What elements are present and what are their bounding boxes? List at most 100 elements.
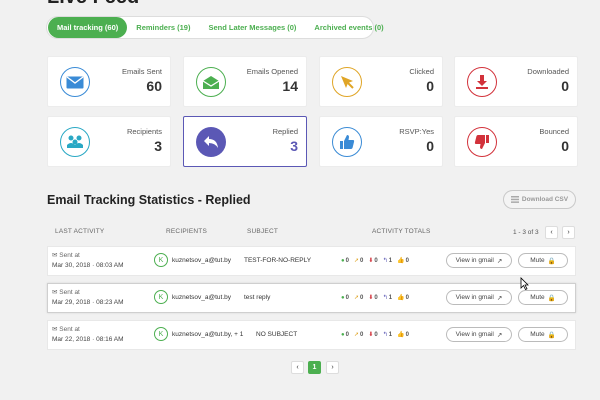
recipient: kuznetsov_a@tut.by, + 1 [172, 331, 244, 338]
card-label: Emails Sent [121, 67, 162, 76]
click-icon: ➚ [353, 332, 359, 338]
card-rsvp-yes[interactable]: RSVP:Yes 0 [319, 116, 443, 167]
activity-stats: ● 0 ➚ 0 ⬇ 0 ↰ 1 👍 0 [341, 257, 409, 265]
card-emails-sent[interactable]: Emails Sent 60 [47, 56, 171, 107]
card-value: 0 [561, 138, 569, 154]
card-label: RSVP:Yes [399, 127, 434, 136]
lock-icon: 🔒 [547, 257, 556, 265]
sent-label: Sent at [59, 289, 80, 296]
thumbs-up-icon [332, 127, 362, 157]
view-in-gmail-button[interactable]: View in gmail ↗ [446, 290, 512, 305]
mute-label: Mute [530, 294, 545, 301]
card-bounced[interactable]: Bounced 0 [454, 116, 578, 167]
avatar: K [154, 327, 168, 341]
like-small-icon: 👍 [397, 332, 405, 338]
next-page-button[interactable]: › [562, 226, 575, 239]
prev-page-button[interactable]: ‹ [545, 226, 558, 239]
like-small-icon: 👍 [397, 258, 405, 264]
opens-count: 0 [345, 331, 349, 338]
card-value: 3 [154, 138, 162, 154]
page-button-current[interactable]: 1 [308, 361, 321, 374]
sent-info: ✉ Sent at Mar 22, 2018 · 08:16 AM [52, 325, 124, 345]
tab-bar: Mail tracking (60) Reminders (19) Send L… [46, 16, 384, 39]
open-icon: ● [341, 331, 345, 338]
mute-label: Mute [530, 257, 545, 264]
subject: NO SUBJECT [256, 331, 298, 338]
opens-count: 0 [345, 294, 349, 301]
card-value: 14 [282, 78, 298, 94]
col-activity-totals: ACTIVITY TOTALS [372, 228, 431, 235]
clicks-count: 0 [360, 294, 364, 301]
envelope-small-icon: ✉ [52, 289, 58, 296]
card-clicked[interactable]: Clicked 0 [319, 56, 443, 107]
bottom-prev-button[interactable]: ‹ [291, 361, 304, 374]
clicks-count: 0 [360, 257, 364, 264]
mute-button[interactable]: Mute 🔒 [518, 290, 568, 305]
replies-count: 1 [388, 294, 393, 301]
lock-icon: 🔒 [547, 331, 556, 339]
tab-archived[interactable]: Archived events (0) [305, 17, 392, 38]
mouse-cursor-icon [520, 277, 529, 290]
sent-label: Sent at [59, 252, 80, 259]
sent-date: Mar 22, 2018 · 08:16 AM [52, 336, 124, 343]
tab-mail-tracking[interactable]: Mail tracking (60) [48, 17, 128, 38]
card-emails-opened[interactable]: Emails Opened 14 [183, 56, 307, 107]
table-row[interactable]: ✉ Sent at Mar 22, 2018 · 08:16 AM K kuzn… [47, 320, 576, 350]
card-value: 0 [426, 138, 434, 154]
click-icon: ➚ [353, 258, 359, 264]
col-recipients: RECIPIENTS [166, 228, 208, 235]
col-last-activity: LAST ACTIVITY [55, 228, 105, 235]
sent-info: ✉ Sent at Mar 30, 2018 · 08:03 AM [52, 251, 124, 271]
subject: test reply [244, 294, 271, 301]
replies-count: 1 [388, 257, 393, 264]
sent-label: Sent at [59, 326, 80, 333]
activity-stats: ● 0 ➚ 0 ⬇ 0 ↰ 1 👍 0 [341, 294, 409, 302]
gmail-label: View in gmail [455, 257, 494, 264]
download-small-icon: ⬇ [368, 332, 374, 338]
card-label: Clicked [409, 67, 434, 76]
download-csv-label: Download CSV [521, 196, 569, 203]
activity-stats: ● 0 ➚ 0 ⬇ 0 ↰ 1 👍 0 [341, 331, 409, 339]
view-in-gmail-button[interactable]: View in gmail ↗ [446, 253, 512, 268]
recipient: kuznetsov_a@tut.by [172, 294, 231, 301]
sent-info: ✉ Sent at Mar 29, 2018 · 08:23 AM [52, 288, 124, 308]
col-subject: SUBJECT [247, 228, 279, 235]
mute-button[interactable]: Mute 🔒 [518, 327, 568, 342]
envelope-small-icon: ✉ [52, 326, 58, 333]
download-small-icon: ⬇ [368, 295, 374, 301]
card-downloaded[interactable]: Downloaded 0 [454, 56, 578, 107]
csv-icon [510, 196, 519, 203]
card-label: Bounced [539, 127, 569, 136]
sent-date: Mar 30, 2018 · 08:03 AM [52, 262, 124, 269]
tab-reminders[interactable]: Reminders (19) [127, 17, 199, 38]
card-recipients[interactable]: Recipients 3 [47, 116, 171, 167]
users-icon [60, 127, 90, 157]
recipient: kuznetsov_a@tut.by [172, 257, 231, 264]
bottom-next-button[interactable]: › [326, 361, 339, 374]
avatar: K [154, 290, 168, 304]
table-row[interactable]: ✉ Sent at Mar 30, 2018 · 08:03 AM K kuzn… [47, 246, 576, 276]
reply-small-icon: ↰ [382, 258, 388, 264]
card-value: 0 [426, 78, 434, 94]
table-row[interactable]: ✉ Sent at Mar 29, 2018 · 08:23 AM K kuzn… [47, 283, 576, 313]
card-value: 0 [561, 78, 569, 94]
likes-count: 0 [405, 294, 409, 301]
tab-send-later[interactable]: Send Later Messages (0) [199, 17, 305, 38]
likes-count: 0 [405, 331, 409, 338]
replies-count: 1 [388, 331, 393, 338]
avatar: K [154, 253, 168, 267]
envelope-small-icon: ✉ [52, 252, 58, 259]
downloads-count: 0 [374, 331, 378, 338]
mute-button[interactable]: Mute 🔒 [518, 253, 568, 268]
external-link-icon: ↗ [496, 294, 503, 302]
open-icon: ● [341, 257, 345, 264]
download-csv-button[interactable]: Download CSV [503, 190, 576, 209]
view-in-gmail-button[interactable]: View in gmail ↗ [446, 327, 512, 342]
reply-small-icon: ↰ [382, 295, 388, 301]
sent-date: Mar 29, 2018 · 08:23 AM [52, 299, 124, 306]
download-small-icon: ⬇ [368, 258, 374, 264]
lock-icon: 🔒 [547, 294, 556, 302]
card-replied[interactable]: Replied 3 [183, 116, 307, 167]
reply-icon [196, 127, 226, 157]
card-label: Recipients [126, 127, 162, 136]
